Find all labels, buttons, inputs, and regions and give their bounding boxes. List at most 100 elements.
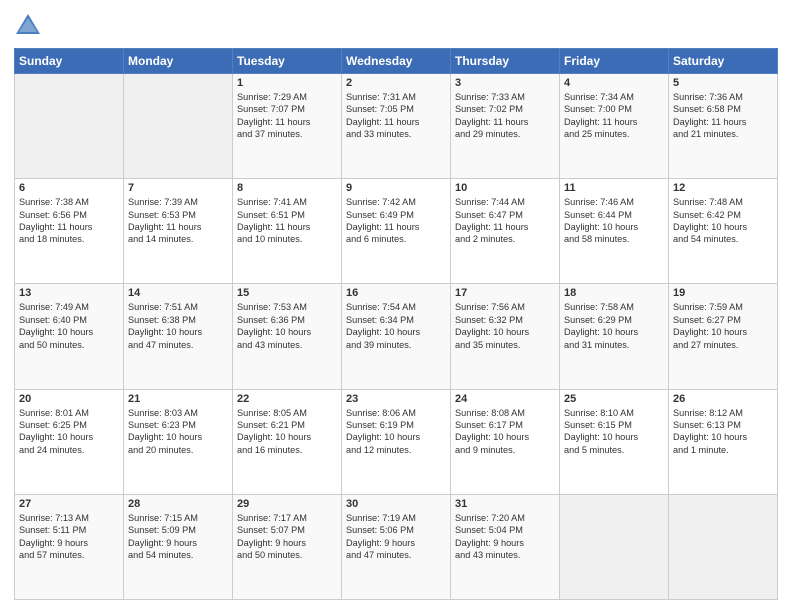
day-info: Sunrise: 7:33 AM Sunset: 7:02 PM Dayligh… [455, 91, 555, 141]
day-info: Sunrise: 7:54 AM Sunset: 6:34 PM Dayligh… [346, 301, 446, 351]
day-info: Sunrise: 7:53 AM Sunset: 6:36 PM Dayligh… [237, 301, 337, 351]
day-info: Sunrise: 7:29 AM Sunset: 7:07 PM Dayligh… [237, 91, 337, 141]
day-info: Sunrise: 7:48 AM Sunset: 6:42 PM Dayligh… [673, 196, 773, 246]
calendar-day-cell [669, 494, 778, 599]
generalblue-icon [14, 12, 42, 40]
day-info: Sunrise: 8:08 AM Sunset: 6:17 PM Dayligh… [455, 407, 555, 457]
calendar-day-cell: 22 Sunrise: 8:05 AM Sunset: 6:21 PM Dayli… [233, 389, 342, 494]
day-info: Sunrise: 7:41 AM Sunset: 6:51 PM Dayligh… [237, 196, 337, 246]
day-number: 23 [346, 393, 446, 405]
day-number: 19 [673, 287, 773, 299]
day-number: 11 [564, 182, 664, 194]
day-info: Sunrise: 7:46 AM Sunset: 6:44 PM Dayligh… [564, 196, 664, 246]
day-info: Sunrise: 7:34 AM Sunset: 7:00 PM Dayligh… [564, 91, 664, 141]
page: SundayMondayTuesdayWednesdayThursdayFrid… [0, 0, 792, 612]
calendar-day-cell: 25Sunrise: 8:10 AM Sunset: 6:15 PM Dayli… [560, 389, 669, 494]
day-info: Sunrise: 7:36 AM Sunset: 6:58 PM Dayligh… [673, 91, 773, 141]
calendar-week-row: 1 Sunrise: 7:29 AM Sunset: 7:07 PM Daylig… [15, 74, 778, 179]
day-number: 22 [237, 393, 337, 405]
calendar-day-cell: 23 Sunrise: 8:06 AM Sunset: 6:19 PM Dayli… [342, 389, 451, 494]
weekday-header: Friday [560, 49, 669, 74]
calendar-day-cell: 2Sunrise: 7:31 AM Sunset: 7:05 PM Daylig… [342, 74, 451, 179]
weekday-header: Monday [124, 49, 233, 74]
day-number: 6 [19, 182, 119, 194]
calendar-day-cell: 1 Sunrise: 7:29 AM Sunset: 7:07 PM Daylig… [233, 74, 342, 179]
day-info: Sunrise: 7:13 AM Sunset: 5:11 PM Dayligh… [19, 512, 119, 562]
calendar-table: SundayMondayTuesdayWednesdayThursdayFrid… [14, 48, 778, 600]
calendar-day-cell: 8 Sunrise: 7:41 AM Sunset: 6:51 PM Daylig… [233, 179, 342, 284]
day-number: 14 [128, 287, 228, 299]
calendar-day-cell: 5 Sunrise: 7:36 AM Sunset: 6:58 PM Daylig… [669, 74, 778, 179]
calendar-week-row: 20Sunrise: 8:01 AM Sunset: 6:25 PM Dayli… [15, 389, 778, 494]
day-number: 17 [455, 287, 555, 299]
calendar-header-row: SundayMondayTuesdayWednesdayThursdayFrid… [15, 49, 778, 74]
calendar-day-cell: 10 Sunrise: 7:44 AM Sunset: 6:47 PM Dayli… [451, 179, 560, 284]
calendar-day-cell: 19 Sunrise: 7:59 AM Sunset: 6:27 PM Dayli… [669, 284, 778, 389]
day-number: 5 [673, 77, 773, 89]
header [14, 12, 778, 40]
day-number: 7 [128, 182, 228, 194]
calendar-day-cell [560, 494, 669, 599]
calendar-week-row: 6 Sunrise: 7:38 AM Sunset: 6:56 PM Daylig… [15, 179, 778, 284]
day-number: 13 [19, 287, 119, 299]
day-info: Sunrise: 7:20 AM Sunset: 5:04 PM Dayligh… [455, 512, 555, 562]
calendar-day-cell: 11 Sunrise: 7:46 AM Sunset: 6:44 PM Dayli… [560, 179, 669, 284]
day-info: Sunrise: 7:49 AM Sunset: 6:40 PM Dayligh… [19, 301, 119, 351]
day-number: 9 [346, 182, 446, 194]
day-info: Sunrise: 7:39 AM Sunset: 6:53 PM Dayligh… [128, 196, 228, 246]
calendar-day-cell: 4 Sunrise: 7:34 AM Sunset: 7:00 PM Daylig… [560, 74, 669, 179]
day-number: 28 [128, 498, 228, 510]
day-info: Sunrise: 7:38 AM Sunset: 6:56 PM Dayligh… [19, 196, 119, 246]
calendar-day-cell: 28 Sunrise: 7:15 AM Sunset: 5:09 PM Dayli… [124, 494, 233, 599]
calendar-day-cell [15, 74, 124, 179]
day-number: 10 [455, 182, 555, 194]
calendar-day-cell: 12 Sunrise: 7:48 AM Sunset: 6:42 PM Dayli… [669, 179, 778, 284]
day-info: Sunrise: 8:05 AM Sunset: 6:21 PM Dayligh… [237, 407, 337, 457]
day-number: 26 [673, 393, 773, 405]
day-number: 8 [237, 182, 337, 194]
day-number: 3 [455, 77, 555, 89]
calendar-week-row: 13 Sunrise: 7:49 AM Sunset: 6:40 PM Dayli… [15, 284, 778, 389]
weekday-header: Saturday [669, 49, 778, 74]
day-info: Sunrise: 7:31 AM Sunset: 7:05 PM Dayligh… [346, 91, 446, 141]
calendar-day-cell: 7 Sunrise: 7:39 AM Sunset: 6:53 PM Daylig… [124, 179, 233, 284]
calendar-day-cell: 3 Sunrise: 7:33 AM Sunset: 7:02 PM Daylig… [451, 74, 560, 179]
calendar-day-cell: 31 Sunrise: 7:20 AM Sunset: 5:04 PM Dayli… [451, 494, 560, 599]
calendar-week-row: 27 Sunrise: 7:13 AM Sunset: 5:11 PM Dayli… [15, 494, 778, 599]
day-number: 4 [564, 77, 664, 89]
day-number: 20 [19, 393, 119, 405]
day-info: Sunrise: 7:58 AM Sunset: 6:29 PM Dayligh… [564, 301, 664, 351]
calendar-day-cell: 26 Sunrise: 8:12 AM Sunset: 6:13 PM Dayli… [669, 389, 778, 494]
day-number: 30 [346, 498, 446, 510]
calendar-day-cell: 27 Sunrise: 7:13 AM Sunset: 5:11 PM Dayli… [15, 494, 124, 599]
day-number: 24 [455, 393, 555, 405]
day-info: Sunrise: 7:15 AM Sunset: 5:09 PM Dayligh… [128, 512, 228, 562]
day-number: 16 [346, 287, 446, 299]
day-info: Sunrise: 8:03 AM Sunset: 6:23 PM Dayligh… [128, 407, 228, 457]
weekday-header: Tuesday [233, 49, 342, 74]
calendar-day-cell: 21Sunrise: 8:03 AM Sunset: 6:23 PM Dayli… [124, 389, 233, 494]
day-info: Sunrise: 7:59 AM Sunset: 6:27 PM Dayligh… [673, 301, 773, 351]
calendar-day-cell: 14Sunrise: 7:51 AM Sunset: 6:38 PM Dayli… [124, 284, 233, 389]
calendar-day-cell: 29 Sunrise: 7:17 AM Sunset: 5:07 PM Dayli… [233, 494, 342, 599]
calendar-day-cell: 9Sunrise: 7:42 AM Sunset: 6:49 PM Daylig… [342, 179, 451, 284]
calendar-day-cell [124, 74, 233, 179]
calendar-day-cell: 6 Sunrise: 7:38 AM Sunset: 6:56 PM Daylig… [15, 179, 124, 284]
weekday-header: Sunday [15, 49, 124, 74]
day-info: Sunrise: 7:17 AM Sunset: 5:07 PM Dayligh… [237, 512, 337, 562]
day-number: 25 [564, 393, 664, 405]
day-info: Sunrise: 8:12 AM Sunset: 6:13 PM Dayligh… [673, 407, 773, 457]
day-info: Sunrise: 7:44 AM Sunset: 6:47 PM Dayligh… [455, 196, 555, 246]
calendar-day-cell: 20Sunrise: 8:01 AM Sunset: 6:25 PM Dayli… [15, 389, 124, 494]
day-info: Sunrise: 7:19 AM Sunset: 5:06 PM Dayligh… [346, 512, 446, 562]
day-number: 29 [237, 498, 337, 510]
day-info: Sunrise: 8:06 AM Sunset: 6:19 PM Dayligh… [346, 407, 446, 457]
day-number: 27 [19, 498, 119, 510]
logo [14, 12, 46, 40]
day-number: 31 [455, 498, 555, 510]
weekday-header: Wednesday [342, 49, 451, 74]
day-number: 18 [564, 287, 664, 299]
day-number: 12 [673, 182, 773, 194]
day-number: 1 [237, 77, 337, 89]
day-info: Sunrise: 7:56 AM Sunset: 6:32 PM Dayligh… [455, 301, 555, 351]
